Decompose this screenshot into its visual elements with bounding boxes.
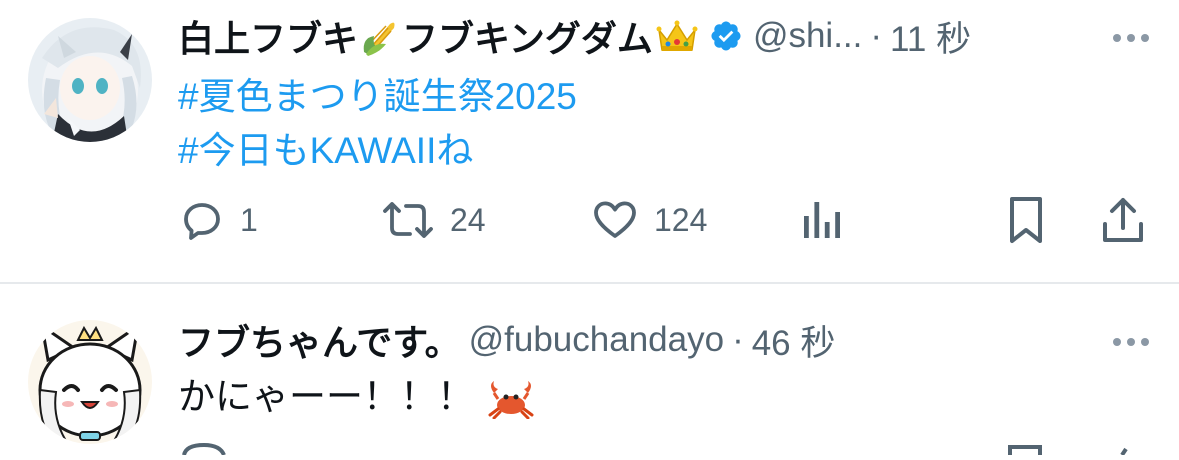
tweet-text-content: かにゃーー！！！	[178, 376, 474, 417]
verified-badge-icon[interactable]	[709, 19, 743, 53]
analytics-icon	[804, 202, 840, 238]
share-icon	[1103, 198, 1143, 242]
tweet-header: 白上フブキ フブキングダム @shi... · 11 秒	[178, 14, 1149, 59]
retweet-icon	[383, 202, 433, 238]
crab-emoji	[486, 379, 536, 420]
corn-emoji	[360, 16, 400, 56]
action-icons-partial	[182, 442, 1128, 457]
bookmark-icon	[1010, 197, 1042, 243]
like-button[interactable]: 124	[590, 196, 707, 244]
timestamp[interactable]: 11 秒	[890, 11, 971, 62]
reply-count: 1	[240, 201, 258, 238]
tweet-text: #夏色まつり誕生祭2025 #今日もKAWAIIね	[178, 70, 577, 178]
reply-button[interactable]: 1	[178, 196, 258, 244]
hashtag-link[interactable]: #夏色まつり誕生祭2025	[178, 70, 577, 124]
tweet-text: かにゃーー！！！	[178, 372, 538, 422]
more-options-icon[interactable]	[1113, 338, 1149, 346]
handle[interactable]: @shi...	[753, 16, 862, 56]
crown-emoji	[655, 16, 699, 56]
hashtag-link[interactable]: #今日もKAWAIIね	[178, 124, 577, 178]
display-name-kingdom[interactable]: フブキングダム	[402, 10, 653, 62]
handle[interactable]: @fubuchandayo	[469, 320, 724, 360]
avatar[interactable]	[28, 320, 152, 444]
share-button[interactable]	[1098, 194, 1148, 246]
display-name[interactable]: フブちゃんです。	[178, 314, 461, 366]
retweet-button[interactable]: 24	[380, 196, 486, 244]
tweet-header: フブちゃんです。 @fubuchandayo · 46 秒	[178, 318, 1149, 363]
separator-dot: ·	[732, 320, 744, 359]
reply-icon	[184, 203, 220, 240]
heart-icon	[594, 201, 636, 238]
like-count: 124	[654, 201, 708, 238]
views-button[interactable]	[798, 196, 846, 244]
tweet[interactable]: 白上フブキ フブキングダム @shi... · 11 秒 #夏色まつり誕生祭20…	[0, 0, 1179, 283]
action-bar: 1 24 124	[0, 192, 1179, 248]
separator-dot: ·	[870, 16, 883, 55]
timestamp[interactable]: 46 秒	[752, 315, 836, 366]
bookmark-button[interactable]	[1002, 194, 1050, 246]
retweet-count: 24	[450, 201, 486, 238]
tweet[interactable]: フブちゃんです。 @fubuchandayo · 46 秒 かにゃーー！！！	[0, 284, 1179, 457]
action-bar	[0, 442, 1179, 457]
more-options-icon[interactable]	[1113, 34, 1149, 42]
display-name[interactable]: 白上フブキ	[178, 10, 358, 62]
avatar[interactable]	[28, 18, 152, 142]
